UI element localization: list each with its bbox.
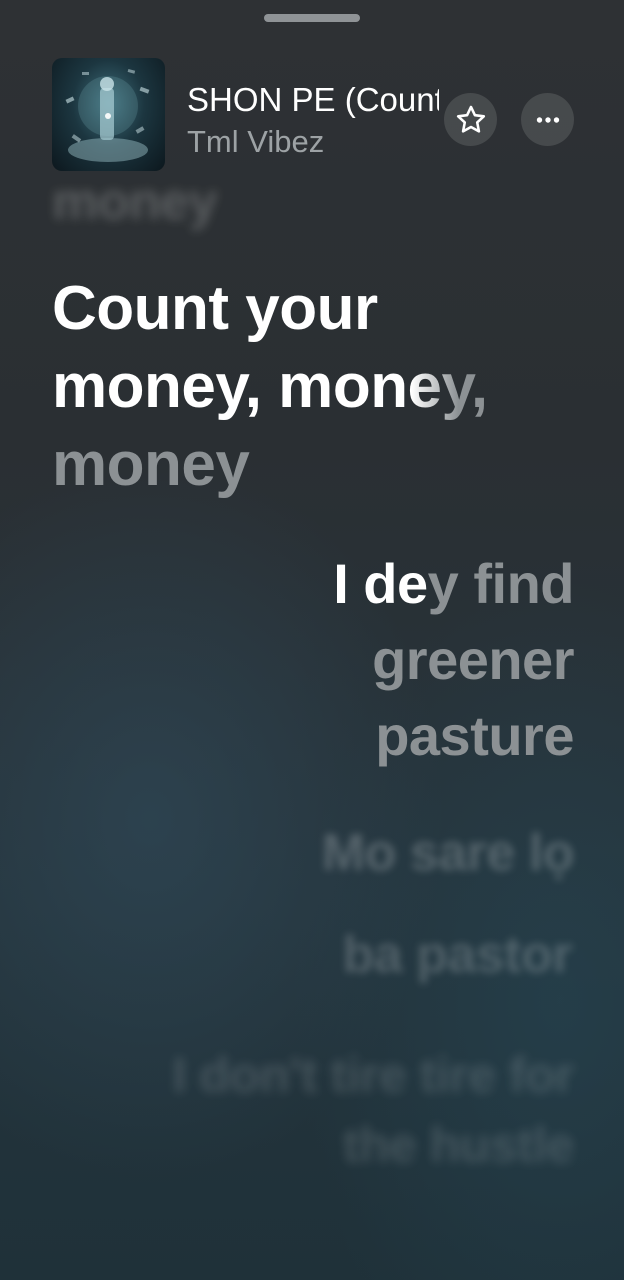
lyric-unsung-text: money — [52, 430, 250, 499]
lyric-sung-text: Count your money, mo — [52, 274, 378, 421]
star-icon — [456, 105, 485, 133]
lyrics-screen: SHON PE (Count Your Money) Tml Vibez mon… — [0, 0, 624, 1280]
track-artist[interactable]: Tml Vibez — [187, 122, 324, 162]
lyric-line-current[interactable]: Count your money, money, money — [52, 270, 522, 504]
track-title: SHON PE (Count Your Money) — [187, 81, 439, 118]
lyric-next-partial: y — [427, 552, 459, 615]
lyric-line-upcoming[interactable]: ba pastor — [152, 920, 572, 990]
more-options-button[interactable] — [521, 93, 574, 146]
album-artwork[interactable] — [52, 58, 165, 171]
lyric-partial-word: ney, — [370, 352, 488, 421]
more-horizontal-icon — [536, 116, 559, 123]
lyric-line-upcoming[interactable]: I don't tire tire for the hustle — [114, 1040, 575, 1180]
favorite-button[interactable] — [444, 93, 497, 146]
lyric-next-sung: I de — [333, 552, 428, 615]
lyric-line-upcoming[interactable]: Mo sare lọ — [154, 818, 575, 888]
lyric-line-previous[interactable]: money — [52, 172, 218, 232]
sheet-grabber-handle[interactable] — [264, 14, 360, 22]
lyric-line-next[interactable]: I dey find greener pasture — [214, 546, 574, 774]
album-artwork-image — [65, 68, 150, 162]
